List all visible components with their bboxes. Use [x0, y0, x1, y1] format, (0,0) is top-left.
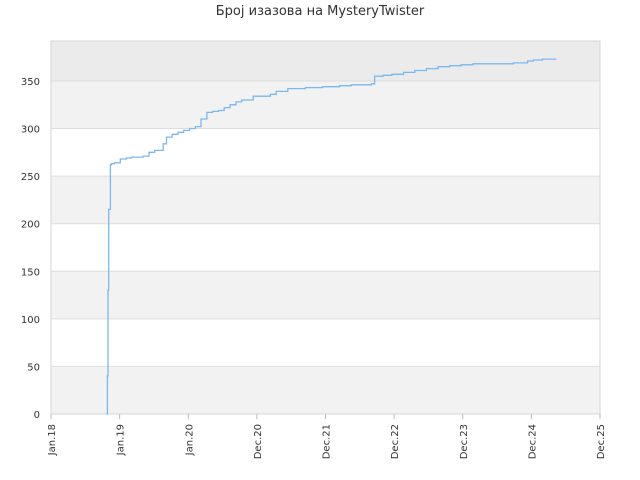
x-tick-label: Dec.25 [596, 424, 607, 459]
grid-band [51, 41, 600, 81]
grid-band [51, 176, 600, 224]
x-tick-label: Dec.20 [253, 424, 264, 459]
x-tick-label: Dec.23 [459, 424, 470, 459]
x-tick-label: Jan.18 [47, 424, 58, 456]
y-tick-label: 100 [21, 315, 40, 326]
x-tick-label: Jan.19 [116, 424, 127, 456]
y-tick-label: 150 [21, 267, 40, 278]
x-tick-label: Jan.20 [184, 424, 195, 456]
grid-band [51, 271, 600, 319]
y-tick-label: 300 [21, 125, 40, 136]
grid-band [51, 366, 600, 414]
y-tick-label: 50 [27, 362, 40, 373]
x-tick-label: Dec.24 [527, 424, 538, 459]
y-tick-label: 200 [21, 220, 40, 231]
y-tick-label: 350 [21, 77, 40, 88]
y-tick-label: 250 [21, 172, 40, 183]
grid-band [51, 80, 600, 129]
x-tick-label: Dec.22 [390, 424, 401, 459]
y-tick-label: 0 [34, 410, 40, 421]
line-chart: 0 50 100 150 200 250 300 350 Jan.18 Jan.19 Jan.20 D… [21, 40, 607, 459]
x-tick-label: Dec.21 [322, 424, 333, 459]
